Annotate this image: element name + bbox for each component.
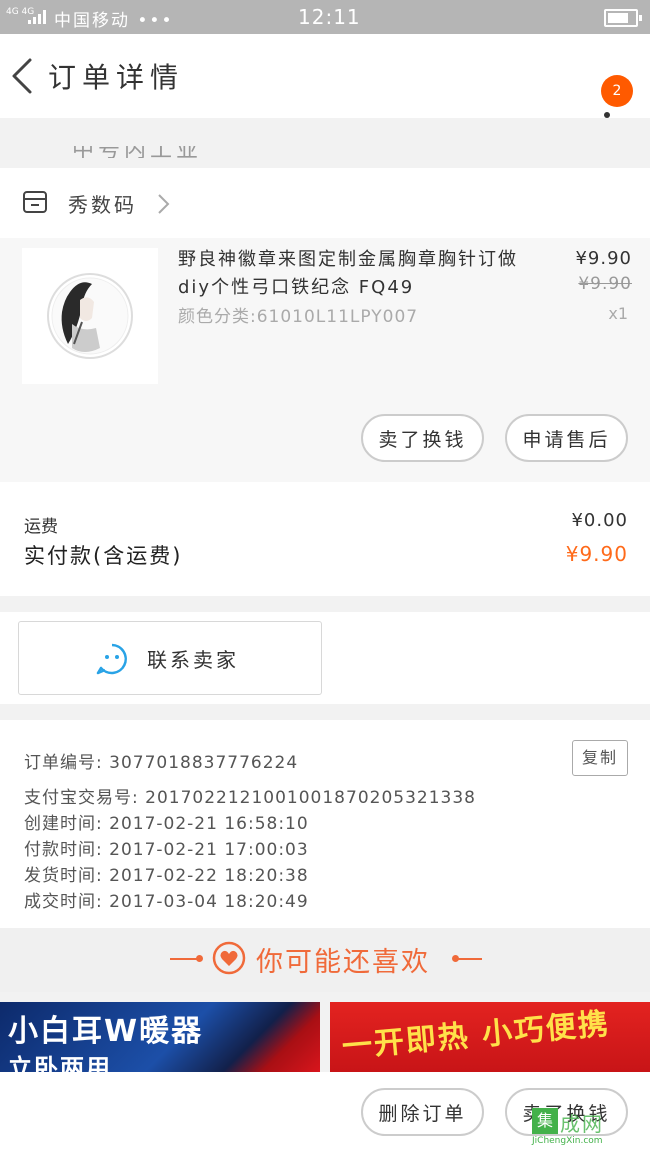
- back-button[interactable]: [8, 56, 38, 96]
- signal-icon: [28, 10, 46, 24]
- watermark-text: 成网: [560, 1112, 604, 1136]
- order-number: 订单编号: 3077018837776224: [24, 753, 299, 773]
- recommend-title: 你可能还喜欢: [256, 947, 430, 978]
- bottom-action-bar: 删除订单 卖了换钱 集 成网 JiChengXin.com: [0, 1072, 650, 1155]
- completed-time: 成交时间: 2017-03-04 18:20:49: [24, 892, 309, 912]
- product-image: [47, 273, 133, 359]
- contact-section: 联系卖家: [0, 612, 650, 704]
- paid-label: 实付款(含运费): [24, 544, 183, 568]
- product-item[interactable]: 野良神徽章来图定制金属胸章胸针订做diy个性弓口铁纪念 FQ49 颜色分类:61…: [0, 238, 650, 482]
- copy-button[interactable]: 复制: [572, 740, 628, 776]
- paid-time: 付款时间: 2017-02-21 17:00:03: [24, 840, 309, 860]
- store-row[interactable]: 秀数码: [0, 168, 650, 238]
- recommend-header: 你可能还喜欢: [0, 928, 650, 992]
- watermark-logo: 集: [532, 1108, 558, 1134]
- delete-order-button[interactable]: 删除订单: [361, 1088, 484, 1136]
- product-thumbnail[interactable]: [22, 248, 158, 384]
- order-info: 订单编号: 3077018837776224 复制 支付宝交易号: 201702…: [0, 720, 650, 928]
- created-time: 创建时间: 2017-02-21 16:58:10: [24, 814, 309, 834]
- product-quantity: x1: [608, 304, 628, 323]
- status-bar: 4G 4G 中国移动 ••• 12:11: [0, 0, 650, 34]
- shipped-time: 发货时间: 2017-02-22 18:20:38: [24, 866, 309, 886]
- status-time: 12:11: [298, 5, 361, 29]
- more-icon: [604, 112, 610, 118]
- shipping-label: 运费: [24, 517, 58, 537]
- recommend-banner-left[interactable]: 小白耳W暖器 立卧两用: [0, 1002, 320, 1072]
- store-name: 秀数码: [68, 193, 137, 217]
- chat-icon: [96, 643, 127, 675]
- recommend-banner-right[interactable]: 一开即热 小巧便携: [330, 1002, 650, 1072]
- alipay-number: 支付宝交易号: 2017022121001001870205321338: [24, 788, 476, 808]
- banner-subtitle: 立卧两用: [8, 1054, 112, 1072]
- product-variant: 颜色分类:61010L11LPY007: [178, 307, 419, 327]
- shipping-value: ¥0.00: [571, 510, 628, 531]
- contact-seller-label: 联系卖家: [147, 648, 239, 672]
- carrier-name: 中国移动 •••: [54, 11, 174, 31]
- watermark-url: JiChengXin.com: [532, 1136, 603, 1146]
- page-title: 订单详情: [48, 61, 185, 94]
- product-title[interactable]: 野良神徽章来图定制金属胸章胸针订做diy个性弓口铁纪念 FQ49: [178, 246, 528, 302]
- divider-dot: [196, 955, 203, 962]
- divider: [458, 958, 482, 960]
- chevron-right-icon: [158, 194, 170, 214]
- contact-seller-button[interactable]: 联系卖家: [18, 621, 322, 695]
- product-original-price: ¥9.90: [578, 274, 632, 294]
- after-sale-button[interactable]: 申请售后: [505, 414, 628, 462]
- banner-title: 小白耳W暖器: [8, 1014, 204, 1049]
- scrolled-section-text: 中号内工业: [72, 146, 212, 158]
- battery-icon: [604, 9, 642, 27]
- watermark: 集 成网 JiChengXin.com: [532, 1108, 650, 1146]
- app-header: 订单详情 2 中号内工业: [0, 34, 650, 158]
- paid-value: ¥9.90: [565, 542, 628, 566]
- chevron-left-icon: [12, 58, 32, 94]
- notification-badge[interactable]: 2: [601, 75, 633, 107]
- banner-title: 一开即热 小巧便携: [340, 1006, 612, 1065]
- sell-swap-button[interactable]: 卖了换钱: [361, 414, 484, 462]
- totals-section: 运费 ¥0.00 实付款(含运费) ¥9.90: [0, 482, 650, 596]
- store-icon: [23, 191, 47, 213]
- product-price: ¥9.90: [575, 248, 632, 269]
- heart-icon: [212, 941, 246, 975]
- divider: [170, 958, 198, 960]
